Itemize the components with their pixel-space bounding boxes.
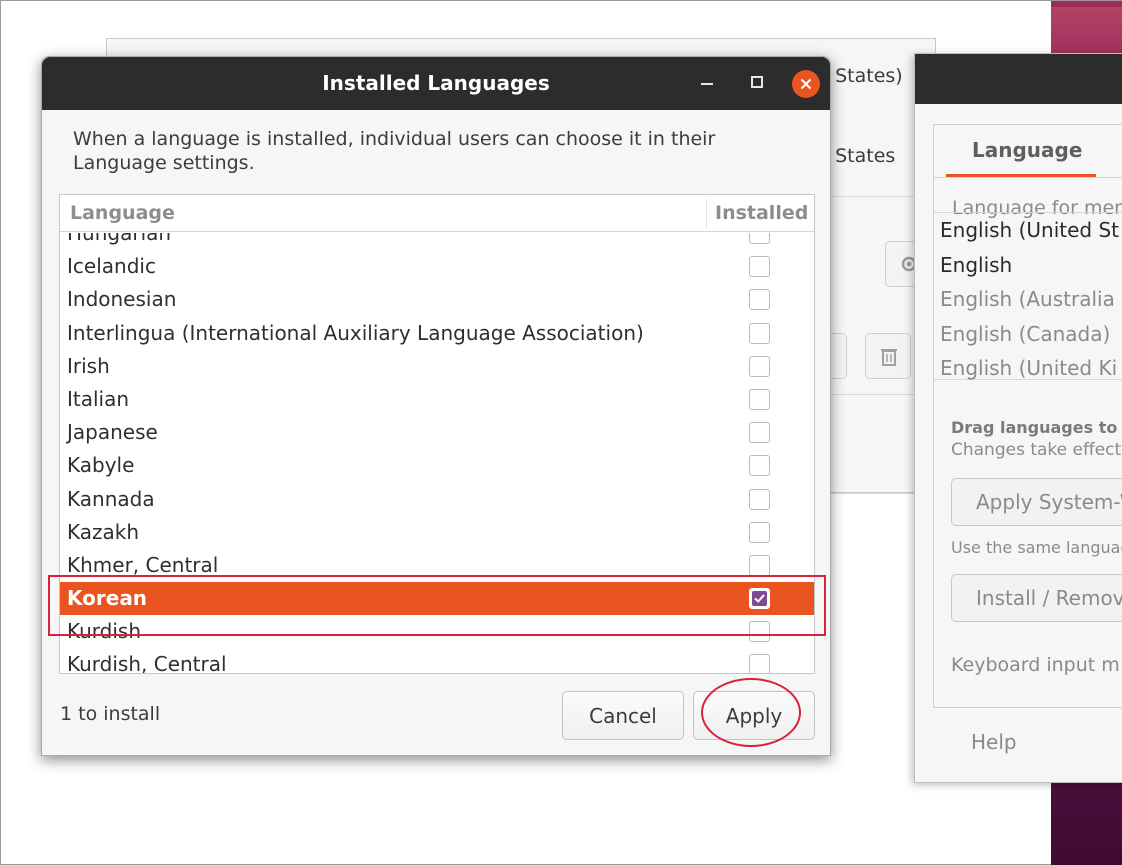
menu-language-item[interactable]: English (United Ki (933, 351, 1122, 386)
background-delete-button[interactable] (865, 333, 911, 379)
menu-language-item[interactable]: English (United St (933, 213, 1122, 248)
installed-checkbox[interactable] (749, 488, 770, 510)
close-button[interactable] (792, 70, 820, 98)
table-row[interactable]: Hungarian (60, 233, 814, 250)
installed-checkbox[interactable] (749, 422, 770, 444)
language-name: Italian (67, 386, 130, 411)
table-row[interactable]: Italian (60, 383, 814, 416)
installed-checkbox[interactable] (749, 322, 770, 344)
language-name: Kabyle (67, 453, 135, 478)
installed-checkbox[interactable] (749, 355, 770, 377)
table-row[interactable]: Kannada (60, 483, 814, 516)
language-name: Hungarian (67, 233, 172, 245)
language-name: Kannada (67, 486, 155, 511)
use-same-hint: Use the same languag (951, 538, 1122, 557)
close-icon (800, 78, 812, 90)
menu-language-item[interactable]: English (Australia (933, 282, 1122, 317)
drag-hint-title: Drag languages to ar (951, 418, 1122, 437)
installed-checkbox[interactable] (749, 654, 770, 673)
highlight-ellipse (701, 678, 801, 747)
highlight-rectangle (48, 575, 826, 636)
installed-languages-dialog: Installed Languages When a language is i… (41, 56, 831, 756)
apply-system-wide-button[interactable]: Apply System-W (951, 478, 1122, 526)
table-row[interactable]: Indonesian (60, 283, 814, 316)
table-row[interactable]: Interlingua (International Auxiliary Lan… (60, 317, 814, 350)
table-header: Language Installed (60, 195, 814, 232)
tab-language[interactable]: Language (946, 125, 1096, 177)
column-separator (706, 199, 707, 228)
install-status: 1 to install (60, 703, 161, 725)
install-remove-button[interactable]: Install / Remove (951, 574, 1122, 622)
help-button[interactable]: Help (971, 730, 1017, 754)
installed-checkbox[interactable] (749, 455, 770, 477)
minimize-icon[interactable] (701, 83, 713, 85)
keyboard-input-label: Keyboard input m (951, 654, 1120, 676)
tab-divider (934, 177, 1122, 178)
language-name: Japanese (67, 420, 158, 445)
menu-language-list[interactable]: English (United St English English (Austra… (933, 212, 1122, 380)
language-name: Kurdish, Central (67, 652, 227, 673)
installed-checkbox[interactable] (749, 388, 770, 410)
language-name: Interlingua (International Auxiliary Lan… (67, 320, 644, 345)
installed-checkbox[interactable] (749, 233, 770, 244)
language-name: Kazakh (67, 519, 140, 544)
table-row[interactable]: Kabyle (60, 449, 814, 482)
language-support-titlebar (915, 54, 1122, 104)
column-header-language[interactable]: Language (70, 195, 175, 232)
table-row[interactable]: Japanese (60, 416, 814, 449)
language-name: Indonesian (67, 287, 177, 312)
installed-checkbox[interactable] (749, 256, 770, 278)
language-support-window: Language Language for men English (Unite… (914, 53, 1122, 783)
column-header-installed[interactable]: Installed (715, 195, 808, 232)
installed-checkbox[interactable] (749, 521, 770, 543)
trash-icon (881, 349, 897, 366)
installed-checkbox[interactable] (749, 554, 770, 576)
table-row[interactable]: Irish (60, 350, 814, 383)
dialog-titlebar: Installed Languages (42, 57, 830, 110)
table-row[interactable]: Kurdish, Central (60, 648, 814, 673)
cancel-button[interactable]: Cancel (562, 691, 684, 740)
maximize-icon[interactable] (751, 76, 763, 88)
menu-language-item[interactable]: English (Canada) (933, 317, 1122, 352)
language-name: Irish (67, 353, 110, 378)
dialog-description: When a language is installed, individual… (73, 128, 716, 174)
menu-language-item[interactable]: English (933, 248, 1122, 283)
installed-checkbox[interactable] (749, 289, 770, 311)
table-row[interactable]: Kazakh (60, 516, 814, 549)
table-row[interactable]: Icelandic (60, 250, 814, 283)
drag-hint-text: Changes take effect n (951, 440, 1122, 460)
language-name: Icelandic (67, 254, 156, 279)
